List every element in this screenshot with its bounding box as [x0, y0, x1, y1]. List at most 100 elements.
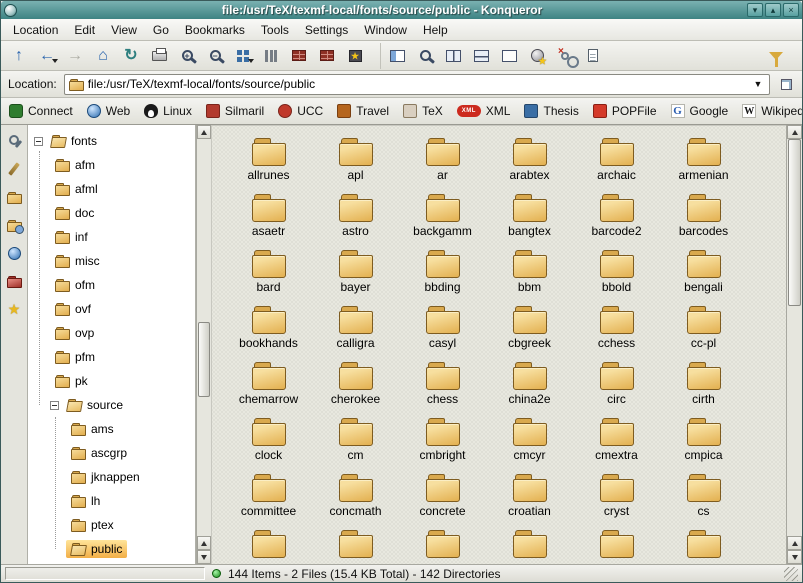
folder-item[interactable]: arabtex [486, 137, 573, 193]
tree-item-doc[interactable]: doc [28, 201, 195, 225]
tree-scroll-up-button[interactable] [197, 125, 211, 139]
minimize-button[interactable]: ▾ [747, 3, 763, 17]
folder-item[interactable]: cs [660, 473, 747, 529]
titlebar[interactable]: file:/usr/TeX/texmf-local/fonts/source/p… [1, 1, 802, 19]
tree-item-ams[interactable]: ams [28, 417, 195, 441]
main-scrollbar[interactable] [786, 125, 802, 564]
folder-item[interactable]: archaic [573, 137, 660, 193]
menu-tools[interactable]: Tools [253, 21, 297, 39]
tree-item-ptex[interactable]: ptex [28, 513, 195, 537]
folder-item[interactable]: china2e [486, 361, 573, 417]
folder-item[interactable]: concmath [312, 473, 399, 529]
tree-scrollbar-track[interactable] [197, 139, 211, 536]
folder-item[interactable]: barcode2 [573, 193, 660, 249]
folder-item[interactable]: bangtex [486, 193, 573, 249]
gear-star-button[interactable] [524, 43, 550, 69]
tree-item-ofm[interactable]: ofm [28, 273, 195, 297]
folder-item[interactable] [660, 529, 747, 564]
sidebar-tab-notes[interactable] [5, 161, 24, 177]
zoom-out-button[interactable]: − [202, 43, 228, 69]
menu-location[interactable]: Location [5, 21, 66, 39]
folder-item[interactable]: chess [399, 361, 486, 417]
menu-view[interactable]: View [103, 21, 145, 39]
menu-help[interactable]: Help [415, 21, 456, 39]
brick-view-button-1[interactable] [286, 43, 312, 69]
brick-view-button-2[interactable] [314, 43, 340, 69]
bookmark-google[interactable]: GGoogle [671, 104, 729, 118]
menu-window[interactable]: Window [356, 21, 415, 39]
tree-item-fonts[interactable]: fonts [28, 129, 195, 153]
folder-item[interactable] [399, 529, 486, 564]
tree-item-afml[interactable]: afml [28, 177, 195, 201]
tree-item-inf[interactable]: inf [28, 225, 195, 249]
menu-bookmarks[interactable]: Bookmarks [177, 21, 253, 39]
tree-item-ovf[interactable]: ovf [28, 297, 195, 321]
broken-link-button[interactable] [552, 43, 578, 69]
folder-item[interactable]: cherokee [312, 361, 399, 417]
folder-item[interactable] [225, 529, 312, 564]
bookmark-popfile[interactable]: POPFile [593, 104, 657, 118]
folder-item[interactable] [486, 529, 573, 564]
bookmark-web[interactable]: Web [87, 104, 130, 118]
sidebar-toggle-button[interactable] [380, 43, 410, 69]
tree-scroll-down-button[interactable] [197, 550, 211, 564]
folder-item[interactable]: ar [399, 137, 486, 193]
folder-item[interactable]: concrete [399, 473, 486, 529]
split-left-right-button[interactable] [440, 43, 466, 69]
folder-item[interactable]: cmbright [399, 417, 486, 473]
main-scrollbar-thumb[interactable] [788, 139, 801, 306]
icon-view-button[interactable] [230, 43, 256, 69]
sidebar-tab-root[interactable] [5, 273, 24, 289]
folder-item[interactable]: cmextra [573, 417, 660, 473]
folder-item[interactable]: circ [573, 361, 660, 417]
tree-item-jknappen[interactable]: jknappen [28, 465, 195, 489]
folder-item[interactable]: asaetr [225, 193, 312, 249]
expander-icon[interactable] [34, 137, 43, 146]
tree-item-ascgrp[interactable]: ascgrp [28, 441, 195, 465]
folder-item[interactable]: cm [312, 417, 399, 473]
bookmark-travel[interactable]: Travel [337, 104, 389, 118]
konqueror-icon[interactable] [4, 4, 17, 17]
folder-item[interactable]: bbding [399, 249, 486, 305]
tree-item-afm[interactable]: afm [28, 153, 195, 177]
folder-item[interactable] [573, 529, 660, 564]
bookmark-xml[interactable]: XMLXML [457, 104, 511, 118]
folder-item[interactable]: astro [312, 193, 399, 249]
folder-item[interactable]: armenian [660, 137, 747, 193]
folder-item[interactable]: cmcyr [486, 417, 573, 473]
maximize-button[interactable]: ▴ [765, 3, 781, 17]
bookmark-ucc[interactable]: UCC [278, 104, 323, 118]
tree-item-lh[interactable]: lh [28, 489, 195, 513]
document-button[interactable] [580, 43, 606, 69]
reload-button[interactable]: ↻ [118, 43, 144, 69]
folder-item[interactable]: cmpica [660, 417, 747, 473]
toolbar-extension-button[interactable] [777, 75, 795, 93]
folder-item[interactable]: cbgreek [486, 305, 573, 361]
sidebar-tab-bookmarks[interactable] [5, 301, 24, 317]
location-input[interactable]: file:/usr/TeX/texmf-local/fonts/source/p… [64, 74, 770, 95]
sidebar-tab-home[interactable] [5, 189, 24, 205]
multicolumn-view-button[interactable] [258, 43, 284, 69]
tree-item-pk[interactable]: pk [28, 369, 195, 393]
sidebar-tab-services[interactable] [5, 217, 24, 233]
print-button[interactable] [146, 43, 172, 69]
sidebar-tab-tools[interactable] [5, 133, 24, 149]
split-top-bottom-button[interactable] [468, 43, 494, 69]
folder-item[interactable]: clock [225, 417, 312, 473]
tree-scrollbar[interactable] [196, 125, 211, 564]
folder-item[interactable]: bard [225, 249, 312, 305]
forward-button[interactable]: → [62, 43, 88, 69]
folder-item[interactable]: bbold [573, 249, 660, 305]
folder-item[interactable]: cc-pl [660, 305, 747, 361]
folder-item[interactable]: backgamm [399, 193, 486, 249]
folder-item[interactable]: casyl [399, 305, 486, 361]
folder-item[interactable]: bengali [660, 249, 747, 305]
bookmark-wikipedia[interactable]: WWikipedia [742, 104, 803, 118]
folder-item[interactable]: barcodes [660, 193, 747, 249]
menu-go[interactable]: Go [145, 21, 177, 39]
folder-item[interactable]: cchess [573, 305, 660, 361]
home-button[interactable]: ⌂ [90, 43, 116, 69]
folder-item[interactable]: bookhands [225, 305, 312, 361]
bookmark-connect[interactable]: Connect [9, 104, 73, 118]
folder-item[interactable]: calligra [312, 305, 399, 361]
